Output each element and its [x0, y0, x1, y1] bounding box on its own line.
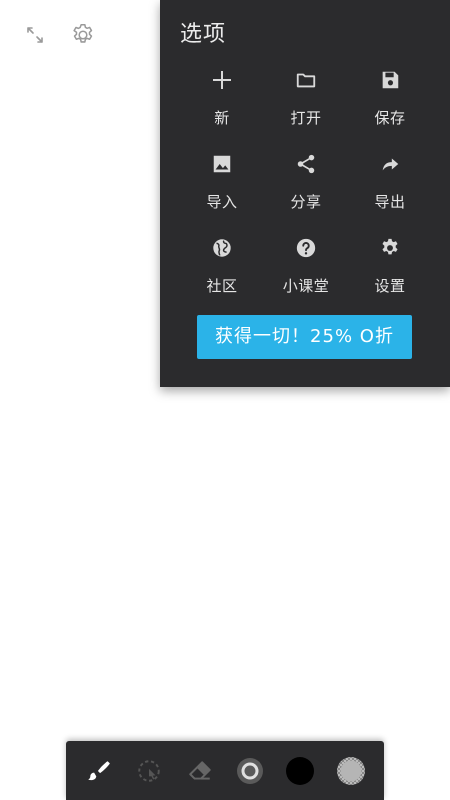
bottom-toolbar: [66, 741, 384, 800]
opacity[interactable]: [333, 753, 369, 789]
option-label: 设置: [374, 277, 406, 295]
eraser-icon: [189, 760, 211, 780]
option-settings[interactable]: 设置: [348, 226, 432, 310]
help-icon: [284, 226, 328, 270]
option-label: 导入: [206, 193, 238, 211]
option-share[interactable]: 分享: [264, 142, 348, 226]
globe-icon: [200, 226, 244, 270]
option-open[interactable]: 打开: [264, 58, 348, 142]
options-menu: 选项 新 打开 保存 导入 分享 导出 社区 小课堂 设置 获得一切！25% O…: [160, 0, 450, 387]
lasso-select-icon: [138, 759, 161, 782]
option-save[interactable]: 保存: [348, 58, 432, 142]
option-new[interactable]: 新: [180, 58, 264, 142]
selection-tool[interactable]: [131, 753, 167, 789]
color-swatch-icon: [286, 756, 315, 785]
eraser-tool[interactable]: [182, 753, 218, 789]
option-label: 新: [214, 109, 230, 127]
option-label: 保存: [374, 109, 406, 127]
color-picker[interactable]: [282, 753, 318, 789]
forward-arrow-icon: [368, 142, 412, 186]
option-import[interactable]: 导入: [180, 142, 264, 226]
option-label: 打开: [290, 109, 322, 127]
option-export[interactable]: 导出: [348, 142, 432, 226]
option-community[interactable]: 社区: [180, 226, 264, 310]
ring-icon: [237, 757, 264, 784]
gear-icon[interactable]: [68, 20, 98, 50]
collapse-icon[interactable]: [20, 20, 50, 50]
plus-icon: [200, 58, 244, 102]
brush-icon: [88, 760, 110, 780]
folder-icon: [284, 58, 328, 102]
options-menu-title: 选项: [180, 22, 227, 47]
image-icon: [200, 142, 244, 186]
save-icon: [368, 58, 412, 102]
share-icon: [284, 142, 328, 186]
option-label: 分享: [290, 193, 322, 211]
option-label: 导出: [374, 193, 406, 211]
brush-tool[interactable]: [81, 753, 117, 789]
brush-size[interactable]: [232, 753, 268, 789]
gear-icon: [368, 226, 412, 270]
get-everything-button[interactable]: 获得一切！25% O折: [197, 315, 412, 359]
option-label: 小课堂: [282, 277, 330, 295]
opacity-icon: [336, 756, 365, 785]
canvas-controls: [20, 20, 98, 50]
option-tutorials[interactable]: 小课堂: [264, 226, 348, 310]
option-label: 社区: [206, 277, 238, 295]
options-grid: 新 打开 保存 导入 分享 导出 社区 小课堂 设置: [180, 58, 432, 310]
